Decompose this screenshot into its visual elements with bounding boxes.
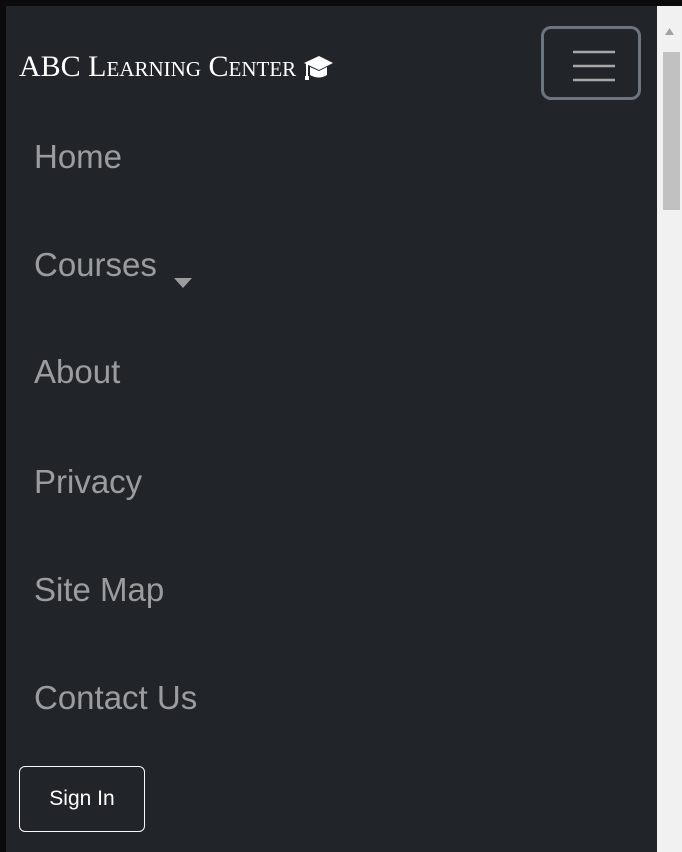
nav-item-label: Privacy: [34, 463, 143, 500]
sign-in-button[interactable]: Sign In: [19, 766, 145, 832]
navbar: ABC Learning Center Home Courses About P…: [6, 6, 657, 852]
brand-title: ABC Learning Center: [19, 50, 297, 83]
nav-item-privacy[interactable]: Privacy: [34, 462, 142, 502]
sign-in-label: Sign In: [49, 787, 115, 810]
brand-link[interactable]: ABC Learning Center: [19, 50, 334, 84]
navbar-toggler-button[interactable]: [541, 26, 641, 100]
nav-item-label: Contact Us: [34, 679, 198, 716]
scroll-up-arrow-icon[interactable]: [665, 20, 674, 35]
nav-item-site-map[interactable]: Site Map: [34, 570, 164, 610]
caret-down-icon: [173, 258, 193, 289]
hamburger-icon: [571, 48, 617, 84]
graduation-cap-icon: [302, 53, 334, 81]
nav-item-label: Courses: [34, 246, 157, 283]
vertical-scrollbar[interactable]: [657, 6, 682, 852]
scrollbar-thumb[interactable]: [663, 52, 680, 210]
nav-item-courses[interactable]: Courses: [34, 245, 193, 289]
nav-item-label: Home: [34, 138, 123, 175]
nav-item-home[interactable]: Home: [34, 137, 122, 177]
nav-item-label: About: [34, 353, 121, 390]
nav-item-about[interactable]: About: [34, 352, 120, 392]
nav-item-label: Site Map: [34, 571, 165, 608]
nav-item-contact-us[interactable]: Contact Us: [34, 678, 197, 718]
